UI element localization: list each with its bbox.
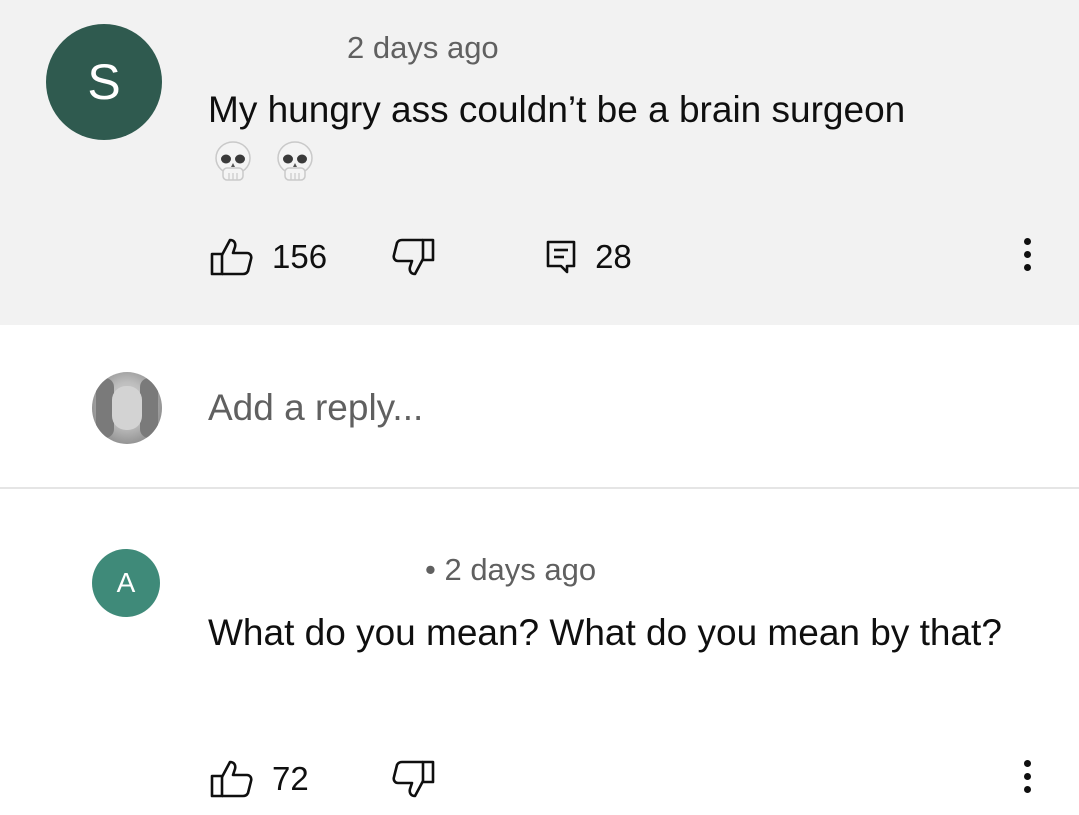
- thumbs-up-icon: [210, 760, 253, 798]
- reply-icon: [546, 240, 576, 274]
- avatar-letter: S: [87, 54, 121, 110]
- more-vertical-icon[interactable]: [1015, 760, 1039, 793]
- user-avatar: [92, 372, 162, 444]
- add-reply-input[interactable]: [208, 382, 1008, 434]
- comment-timestamp: • 2 days ago: [425, 552, 597, 587]
- reply-button[interactable]: [545, 239, 577, 275]
- thumbs-down-icon: [392, 238, 435, 276]
- like-button[interactable]: [210, 758, 254, 800]
- skull-emoji-icon: [277, 141, 313, 181]
- comment-timestamp: 2 days ago: [347, 30, 499, 65]
- reply-count: 28: [595, 238, 632, 275]
- emoji-row: [212, 140, 316, 186]
- like-button[interactable]: [210, 236, 254, 278]
- like-count: 72: [272, 760, 309, 797]
- more-vertical-icon[interactable]: [1015, 238, 1039, 271]
- skull-emoji-icon: [215, 141, 251, 181]
- avatar[interactable]: S: [46, 24, 162, 140]
- comment-actions: 72: [210, 754, 435, 804]
- comment-actions: 156 28: [210, 232, 632, 282]
- thumbs-up-icon: [210, 238, 253, 276]
- comment-text: My hungry ass couldn’t be a brain surgeo…: [208, 89, 906, 130]
- dislike-button[interactable]: [391, 236, 435, 278]
- thumbs-down-icon: [392, 760, 435, 798]
- like-count: 156: [272, 238, 328, 275]
- avatar-letter: A: [116, 567, 136, 598]
- dislike-button[interactable]: [391, 758, 435, 800]
- avatar[interactable]: A: [92, 549, 160, 617]
- comment-text: What do you mean? What do you mean by th…: [208, 612, 1002, 653]
- divider: [0, 487, 1079, 489]
